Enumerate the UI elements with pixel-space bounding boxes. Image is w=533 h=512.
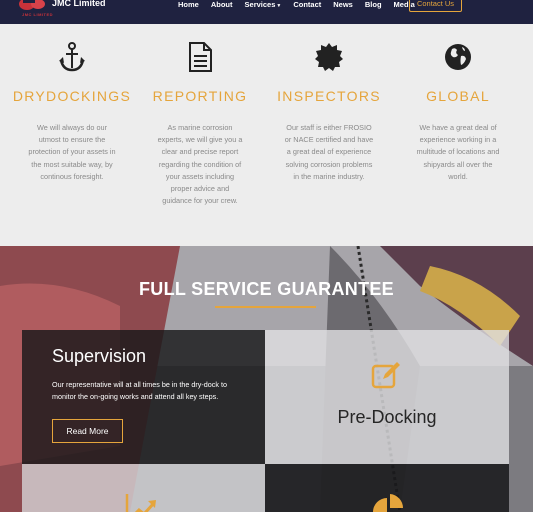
service-guarantee-section: FULL SERVICE GUARANTEE Supervision Our r…	[0, 246, 533, 512]
analysis-card[interactable]	[265, 464, 509, 512]
card-title: Pre-Docking	[337, 407, 437, 427]
supervision-card: Supervision Our representative will at a…	[22, 330, 265, 464]
nav-services[interactable]: Services▼	[245, 0, 282, 10]
brand-name[interactable]: JMC Limited	[52, 0, 106, 8]
feature-title: DRYDOCKINGS	[12, 88, 132, 104]
chart-up-icon	[125, 494, 156, 512]
logo-subtext: JMC LIMITED	[22, 12, 54, 17]
pre-docking-card[interactable]: Pre-Docking	[265, 330, 509, 464]
feature-desc: Our staff is either FROSIO or NACE certi…	[284, 123, 374, 181]
document-icon	[189, 42, 212, 72]
edit-icon	[371, 362, 400, 389]
read-more-button[interactable]: Read More	[52, 419, 123, 443]
card-text: Our representative will at all times be …	[52, 380, 227, 401]
navbar: JMC LIMITED JMC Limited Home About Servi…	[0, 0, 533, 24]
main-nav: Home About Services▼ Contact News Blog M…	[178, 0, 427, 10]
feature-title: REPORTING	[152, 88, 248, 104]
feature-desc: We have a great deal of experience worki…	[416, 123, 500, 181]
statistics-card[interactable]	[22, 464, 265, 512]
pie-chart-icon	[373, 494, 404, 512]
nav-home[interactable]: Home	[178, 0, 199, 10]
nav-blog[interactable]: Blog	[365, 0, 382, 10]
contact-us-button[interactable]: Contact Us	[409, 0, 462, 12]
card-title: Supervision	[52, 346, 147, 366]
feature-desc: As marine corrosion experts, we will giv…	[157, 123, 243, 206]
nav-news[interactable]: News	[333, 0, 353, 10]
section-title: FULL SERVICE GUARANTEE	[139, 279, 394, 299]
nav-contact[interactable]: Contact	[293, 0, 321, 10]
nav-services-label: Services	[244, 0, 276, 9]
feature-title: GLOBAL	[426, 88, 490, 104]
nav-about[interactable]: About	[211, 0, 233, 10]
title-underline	[215, 306, 316, 308]
anchor-icon	[59, 42, 85, 72]
feature-desc: We will always do our utmost to ensure t…	[28, 123, 116, 181]
globe-icon	[445, 44, 471, 70]
caret-down-icon: ▼	[276, 3, 282, 9]
certificate-icon	[315, 43, 343, 71]
feature-title: INSPECTORS	[277, 88, 381, 104]
features-section: DRYDOCKINGS We will always do our utmost…	[0, 24, 533, 246]
